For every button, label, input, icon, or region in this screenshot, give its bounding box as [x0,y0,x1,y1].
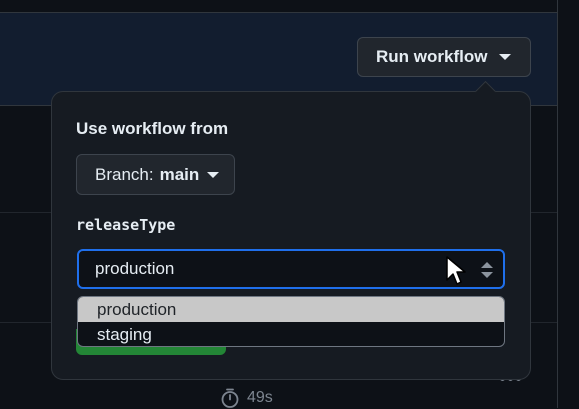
stopwatch-icon [221,388,239,408]
select-arrows-icon [481,262,493,278]
release-type-value: production [95,259,175,278]
option-production[interactable]: production [78,297,504,322]
release-type-label: releaseType [76,216,176,234]
run-workflow-label: Run workflow [376,47,488,66]
release-type-options: production staging [77,296,505,347]
run-duration-text: 49s [247,389,273,406]
mouse-pointer-icon [446,256,466,285]
run-workflow-button[interactable]: Run workflow [357,37,531,77]
branch-select-button[interactable]: Branch: main [76,154,235,195]
branch-name: main [159,164,200,184]
run-duration: 49s [219,387,273,409]
chevron-down-icon [499,54,512,60]
branch-prefix: Branch: [95,164,154,184]
page-right-gutter [557,0,579,408]
release-type-select[interactable]: production [77,249,505,289]
option-staging[interactable]: staging [78,322,504,346]
popover-heading: Use workflow from [76,119,229,138]
page-header-strip [0,0,557,13]
chevron-down-icon [207,171,220,178]
